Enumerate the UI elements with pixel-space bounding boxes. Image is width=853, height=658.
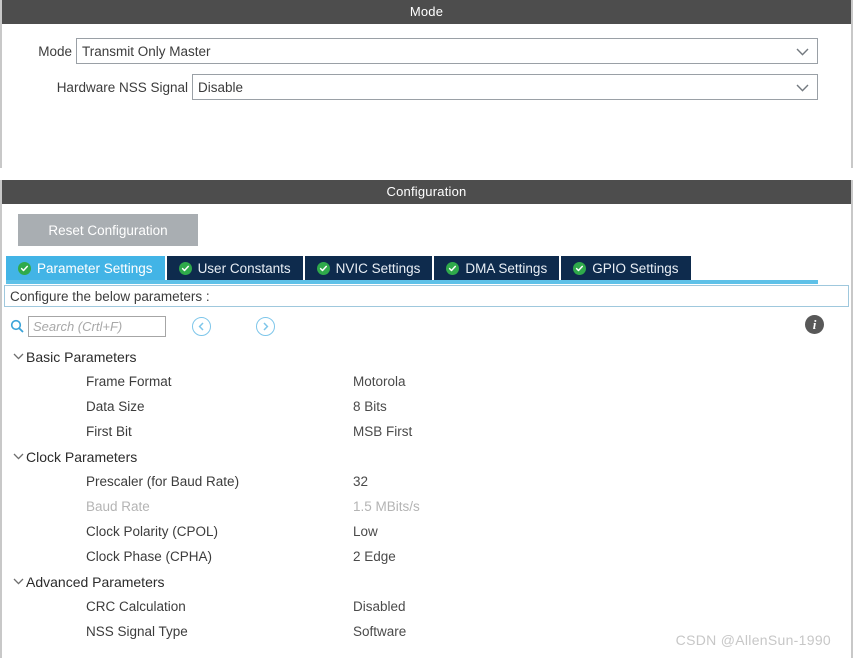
param-value[interactable]: MSB First: [353, 424, 412, 439]
tree-group-label: Clock Parameters: [26, 448, 138, 465]
mode-field-row: Mode Transmit Only Master: [2, 38, 851, 64]
param-value: 1.5 MBits/s: [353, 499, 420, 514]
tab-label: GPIO Settings: [592, 260, 679, 276]
chevron-down-icon[interactable]: [10, 453, 26, 460]
param-value[interactable]: 8 Bits: [353, 399, 387, 414]
param-value[interactable]: Software: [353, 624, 406, 639]
tabbar-underline: [6, 280, 818, 284]
mode-panel-body: Mode Transmit Only Master Hardware NSS S…: [2, 24, 851, 100]
parameter-tree: Basic Parameters Frame Format Motorola Data…: [2, 342, 851, 644]
reset-configuration-button[interactable]: Reset Configuration: [18, 214, 198, 246]
tree-group-basic-parameters[interactable]: Basic Parameters: [10, 344, 851, 369]
search-input[interactable]: [28, 315, 166, 337]
chevron-down-icon[interactable]: [10, 578, 26, 585]
mode-select[interactable]: Transmit Only Master: [76, 38, 818, 64]
param-row: Baud Rate 1.5 MBits/s: [10, 494, 851, 519]
tab-parameter-settings[interactable]: Parameter Settings: [6, 256, 165, 280]
param-value[interactable]: Motorola: [353, 374, 406, 389]
tab-label: Parameter Settings: [37, 260, 153, 276]
tab-gpio-settings[interactable]: GPIO Settings: [561, 256, 691, 280]
param-row[interactable]: CRC Calculation Disabled: [10, 594, 851, 619]
tab-label: NVIC Settings: [335, 260, 421, 276]
tree-group-clock-parameters[interactable]: Clock Parameters: [10, 444, 851, 469]
param-value[interactable]: Low: [353, 524, 378, 539]
param-name: First Bit: [86, 424, 132, 439]
tab-label: User Constants: [197, 260, 291, 276]
param-row[interactable]: First Bit MSB First: [10, 419, 851, 444]
mode-panel-title: Mode: [2, 0, 851, 24]
chevron-down-icon[interactable]: [10, 353, 26, 360]
search-next-button[interactable]: [256, 316, 275, 336]
panel-gap: [0, 168, 853, 180]
param-name: Prescaler (for Baud Rate): [86, 474, 240, 489]
configuration-tabbar: Parameter Settings User Constants NVIC Set…: [2, 256, 851, 280]
mode-field-label: Mode: [38, 43, 72, 59]
param-value[interactable]: Disabled: [353, 599, 406, 614]
check-circle-icon: [178, 261, 192, 275]
info-icon[interactable]: i: [805, 315, 824, 334]
hardware-nss-signal-field-row: Hardware NSS Signal Disable: [2, 74, 851, 100]
param-name: CRC Calculation: [86, 599, 186, 614]
param-name: Clock Polarity (CPOL): [86, 524, 219, 539]
param-name: NSS Signal Type: [86, 624, 188, 639]
param-name: Baud Rate: [86, 499, 150, 514]
param-name: Frame Format: [86, 374, 172, 389]
param-row[interactable]: Clock Phase (CPHA) 2 Edge: [10, 544, 851, 569]
param-row[interactable]: Frame Format Motorola: [10, 369, 851, 394]
param-name: Clock Phase (CPHA): [86, 549, 213, 564]
check-circle-icon: [573, 261, 587, 275]
hardware-nss-signal-label: Hardware NSS Signal: [56, 79, 188, 95]
search-icon: [10, 319, 24, 333]
configuration-panel-title: Configuration: [2, 180, 851, 204]
reset-configuration-wrap: Reset Configuration: [2, 204, 851, 256]
check-circle-icon: [446, 261, 460, 275]
check-circle-icon: [316, 261, 330, 275]
param-value[interactable]: 32: [353, 474, 368, 489]
search-row: i: [2, 307, 851, 342]
param-row[interactable]: Data Size 8 Bits: [10, 394, 851, 419]
tree-group-label: Advanced Parameters: [26, 573, 165, 590]
hardware-nss-signal-select[interactable]: Disable: [192, 74, 818, 100]
configuration-panel-body: Reset Configuration Parameter Settings Us…: [2, 204, 851, 644]
tab-dma-settings[interactable]: DMA Settings: [434, 256, 560, 280]
search-prev-button[interactable]: [192, 316, 211, 336]
chevron-down-icon: [796, 81, 809, 94]
param-row[interactable]: NSS Signal Type Software: [10, 619, 851, 644]
configuration-panel: Configuration Reset Configuration Parame…: [0, 180, 853, 658]
param-row[interactable]: Prescaler (for Baud Rate) 32: [10, 469, 851, 494]
param-name: Data Size: [86, 399, 145, 414]
configure-hint: Configure the below parameters :: [4, 285, 849, 307]
tree-group-label: Basic Parameters: [26, 348, 137, 365]
chevron-down-icon: [796, 45, 809, 58]
mode-panel: Mode Mode Transmit Only Master Hardware …: [0, 0, 853, 168]
tree-group-advanced-parameters[interactable]: Advanced Parameters: [10, 569, 851, 594]
tab-user-constants[interactable]: User Constants: [166, 256, 303, 280]
tab-label: DMA Settings: [465, 260, 548, 276]
param-row[interactable]: Clock Polarity (CPOL) Low: [10, 519, 851, 544]
tab-nvic-settings[interactable]: NVIC Settings: [304, 256, 433, 280]
check-circle-icon: [18, 261, 31, 275]
mode-select-value: Transmit Only Master: [82, 43, 211, 59]
hardware-nss-signal-value: Disable: [198, 79, 244, 95]
param-value[interactable]: 2 Edge: [353, 549, 396, 564]
